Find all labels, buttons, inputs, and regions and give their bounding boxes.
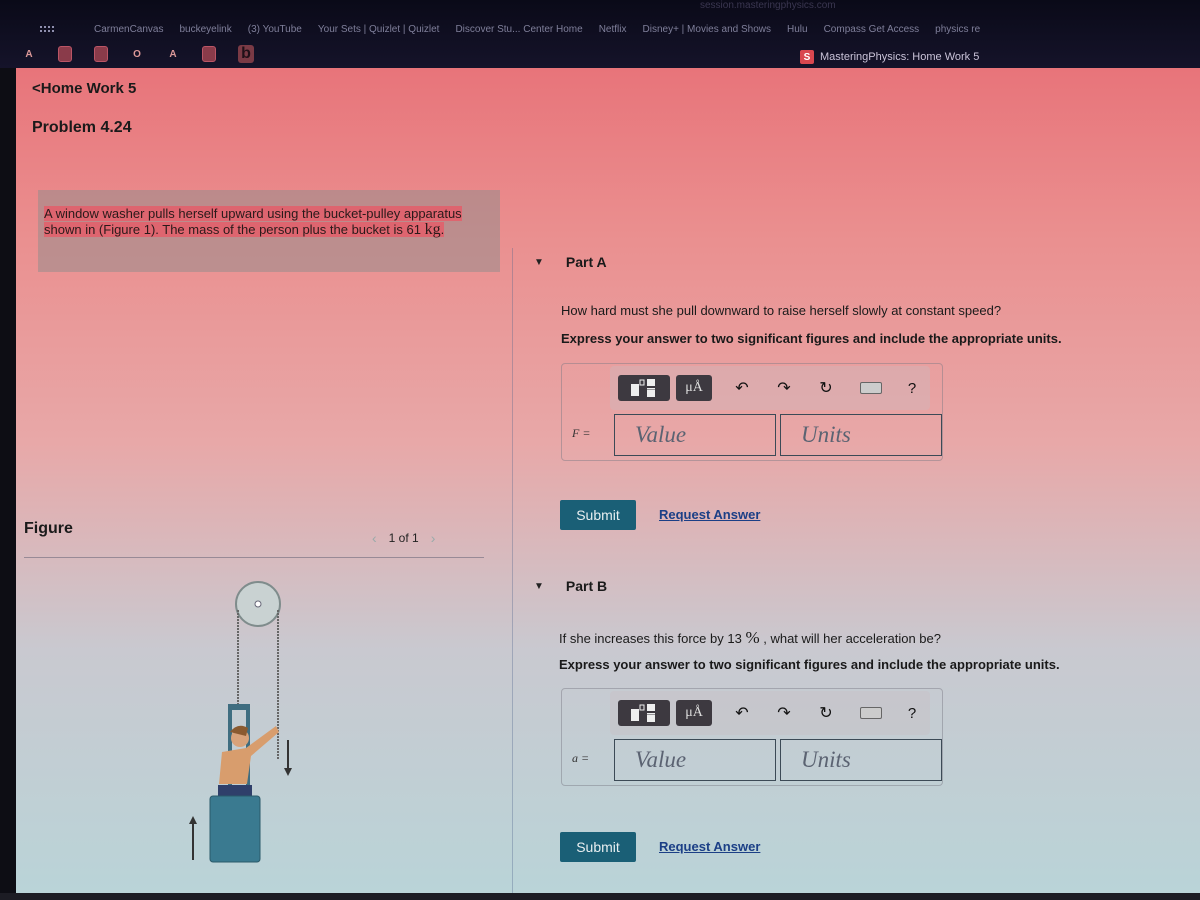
units-button[interactable]: μÅ xyxy=(676,375,712,401)
arrow-down-head xyxy=(284,768,292,776)
reset-icon[interactable]: ↻ xyxy=(814,703,838,723)
bucket xyxy=(209,795,261,863)
part-b-submit-button[interactable]: Submit xyxy=(560,832,636,862)
part-a-value-input[interactable]: Value xyxy=(614,414,776,456)
bookmark-physics[interactable]: physics re xyxy=(935,24,980,35)
keyboard-icon[interactable] xyxy=(860,382,882,394)
active-tab-title: MasteringPhysics: Home Work 5 xyxy=(820,51,980,63)
part-a-instruction: Express your answer to two significant f… xyxy=(561,331,1062,346)
back-to-assignment-link[interactable]: <Home Work 5 xyxy=(32,80,136,97)
problem-title: Problem 4.24 xyxy=(32,119,132,136)
part-a-math-toolbar: μÅ ↶ ↷ ↻ ? xyxy=(610,366,930,410)
figure-divider xyxy=(24,557,484,558)
part-b-units-input[interactable]: Units xyxy=(780,739,942,781)
screen-bezel-bottom xyxy=(0,893,1200,900)
collapse-triangle-icon: ▼ xyxy=(534,580,544,592)
bookmark-carmencanvas[interactable]: CarmenCanvas xyxy=(94,24,163,35)
apps-grid-icon[interactable] xyxy=(40,23,54,35)
pinned-tab-icon[interactable] xyxy=(202,46,216,62)
bookmark-compass[interactable]: Compass Get Access xyxy=(824,24,920,35)
redo-icon[interactable]: ↷ xyxy=(772,378,796,398)
part-b-request-answer-link[interactable]: Request Answer xyxy=(659,839,760,854)
part-b-answer-box: μÅ ↶ ↷ ↻ ? a = Value Units xyxy=(561,688,943,786)
arrow-up-head xyxy=(189,816,197,824)
chevron-left-icon: < xyxy=(32,80,41,97)
pinned-tabs: A O A b xyxy=(0,42,1200,66)
bookmarks-bar: CarmenCanvas buckeyelink (3) YouTube You… xyxy=(0,18,1200,40)
undo-icon[interactable]: ↶ xyxy=(730,378,754,398)
pinned-tab-b[interactable]: b xyxy=(238,45,254,63)
part-b-value-input[interactable]: Value xyxy=(614,739,776,781)
part-b-question: If she increases this force by 13 % , wh… xyxy=(559,628,941,647)
help-icon[interactable]: ? xyxy=(900,705,924,722)
reset-icon[interactable]: ↻ xyxy=(814,378,838,398)
problem-statement: A window washer pulls herself upward usi… xyxy=(38,190,500,272)
part-b-instruction: Express your answer to two significant f… xyxy=(559,657,1060,672)
figure-pager: ‹ 1 of 1 › xyxy=(372,530,435,546)
bookmark-hulu[interactable]: Hulu xyxy=(787,24,808,35)
part-a-header[interactable]: ▼ Part A xyxy=(534,254,607,270)
part-b-variable-label: a = xyxy=(572,751,590,765)
redo-icon[interactable]: ↷ xyxy=(772,703,796,723)
pinned-tab-icon[interactable] xyxy=(58,46,72,62)
part-b-math-toolbar: μÅ ↶ ↷ ↻ ? xyxy=(610,691,930,735)
screen-bezel xyxy=(0,68,16,900)
keyboard-icon[interactable] xyxy=(860,707,882,719)
pinned-tab-o[interactable]: O xyxy=(130,46,144,62)
person-legs xyxy=(218,785,252,797)
part-a-request-answer-link[interactable]: Request Answer xyxy=(659,507,760,522)
browser-chrome: session.masteringphysics.com CarmenCanva… xyxy=(0,0,1200,68)
collapse-triangle-icon: ▼ xyxy=(534,256,544,268)
templates-icon[interactable] xyxy=(618,700,670,726)
part-a-submit-button[interactable]: Submit xyxy=(560,500,636,530)
part-a-question: How hard must she pull downward to raise… xyxy=(561,303,1002,318)
active-tab[interactable]: S MasteringPhysics: Home Work 5 xyxy=(800,50,979,64)
pinned-tab-icon[interactable] xyxy=(94,46,108,62)
mastering-logo-icon: S xyxy=(800,50,814,64)
figure-page-count: 1 of 1 xyxy=(388,531,419,545)
pinned-tab-a[interactable]: A xyxy=(22,46,36,62)
bookmark-discover-center[interactable]: Discover Stu... Center Home xyxy=(455,24,582,35)
bookmark-disney[interactable]: Disney+ | Movies and Shows xyxy=(643,24,772,35)
mass-unit: kg xyxy=(424,221,441,238)
chevron-left-icon[interactable]: ‹ xyxy=(372,530,377,546)
undo-icon[interactable]: ↶ xyxy=(730,703,754,723)
bookmark-quizlet[interactable]: Your Sets | Quizlet | Quizlet xyxy=(318,24,440,35)
chevron-right-icon[interactable]: › xyxy=(431,530,436,546)
help-icon[interactable]: ? xyxy=(900,380,924,397)
part-a-answer-box: μÅ ↶ ↷ ↻ ? F = Value Units xyxy=(561,363,943,461)
part-a-variable-label: F = xyxy=(572,426,591,440)
part-b-header[interactable]: ▼ Part B xyxy=(534,578,607,594)
problem-text: A window washer pulls herself upward usi… xyxy=(44,206,462,238)
bookmark-buckeyelink[interactable]: buckeyelink xyxy=(179,24,231,35)
figure-heading: Figure xyxy=(24,520,73,537)
pulley-axle xyxy=(254,600,262,608)
part-a-units-input[interactable]: Units xyxy=(780,414,942,456)
url-bar[interactable]: session.masteringphysics.com xyxy=(700,0,836,11)
templates-icon[interactable] xyxy=(618,375,670,401)
bookmark-youtube[interactable]: (3) YouTube xyxy=(248,24,302,35)
bucket-pulley-figure xyxy=(189,581,292,863)
pinned-tab-a[interactable]: A xyxy=(166,46,180,62)
units-button[interactable]: μÅ xyxy=(676,700,712,726)
page-content: <Home Work 5 Problem 4.24 A window washe… xyxy=(16,68,1200,900)
bookmark-netflix[interactable]: Netflix xyxy=(599,24,627,35)
column-divider xyxy=(512,248,513,898)
